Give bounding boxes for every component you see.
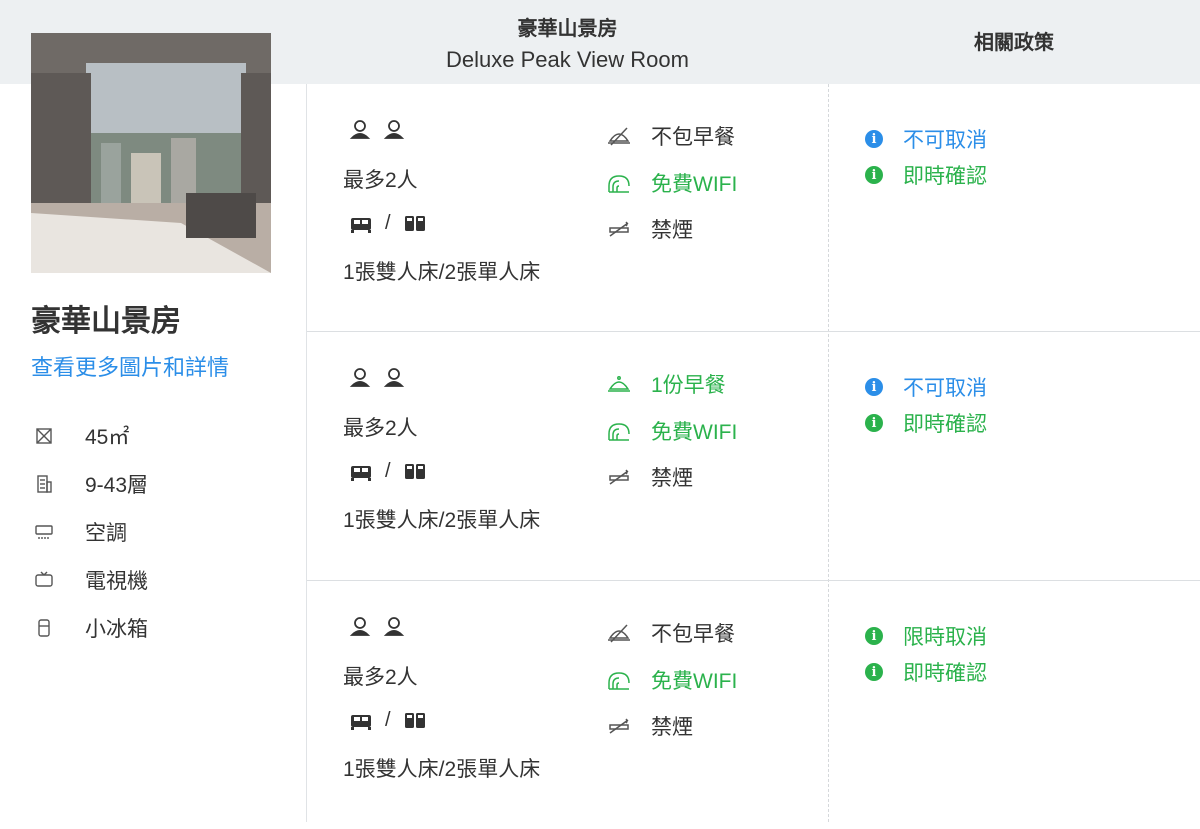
confirm-policy: i 即時確認 xyxy=(865,160,987,190)
info-icon: i xyxy=(865,414,883,432)
amenity-label: 空調 xyxy=(85,522,127,545)
cancel-policy: i 不可取消 xyxy=(865,124,987,154)
cancel-policy-label: 限時取消 xyxy=(903,626,987,649)
room-name-en: Deluxe Peak View Room xyxy=(446,47,689,72)
smoking-feature: 禁煙 xyxy=(605,711,693,741)
smoking-label: 禁煙 xyxy=(651,219,693,242)
breakfast-label: 不包早餐 xyxy=(651,126,735,149)
cancel-policy: i 限時取消 xyxy=(865,621,987,651)
room-column-header: 豪華山景房 Deluxe Peak View Room xyxy=(307,14,828,76)
rate-row-3: 最多2人 / 1張雙人床/2張單人床 不包早餐 免費WIFI 禁煙 i 限時取消… xyxy=(307,581,1200,829)
rate-row-2: 最多2人 / 1張雙人床/2張單人床 1份早餐 免費WIFI 禁煙 i 不可取消… xyxy=(307,332,1200,580)
smoking-feature: 禁煙 xyxy=(605,462,693,492)
breakfast-feature: 不包早餐 xyxy=(605,618,735,648)
info-icon: i xyxy=(865,663,883,681)
bed-type: 1張雙人床/2張單人床 xyxy=(343,509,541,532)
guest-icons xyxy=(349,118,405,140)
wifi-icon xyxy=(605,171,633,195)
bed-icons: / xyxy=(349,460,427,483)
breakfast-feature: 1份早餐 xyxy=(605,369,726,399)
policy-column-header: 相關政策 xyxy=(974,32,1054,54)
amenity-label: 45㎡ xyxy=(85,426,130,449)
bed-separator: / xyxy=(385,212,391,234)
max-occupancy: 最多2人 xyxy=(343,666,418,689)
wifi-icon xyxy=(605,668,633,692)
no-smoking-icon xyxy=(605,714,633,738)
info-icon: i xyxy=(865,130,883,148)
amenity-fridge: 小冰箱 xyxy=(33,614,148,642)
confirm-policy-label: 即時確認 xyxy=(903,662,987,685)
air-conditioner-icon xyxy=(33,521,55,543)
twin-bed-icon xyxy=(404,215,425,231)
bed-type: 1張雙人床/2張單人床 xyxy=(343,261,541,284)
guest-icons xyxy=(349,615,405,637)
no-smoking-icon xyxy=(605,217,633,241)
person-icon xyxy=(383,368,405,387)
no-breakfast-icon xyxy=(605,621,633,645)
info-icon: i xyxy=(865,378,883,396)
guest-icons xyxy=(349,366,405,388)
building-icon xyxy=(33,473,55,495)
confirm-policy: i 即時確認 xyxy=(865,657,987,687)
smoking-label: 禁煙 xyxy=(651,467,693,490)
wifi-label: 免費WIFI xyxy=(651,421,738,444)
bed-separator: / xyxy=(385,709,391,731)
double-bed-icon xyxy=(351,217,371,233)
wifi-feature: 免費WIFI xyxy=(605,168,737,198)
smoking-label: 禁煙 xyxy=(651,716,693,739)
amenity-label: 小冰箱 xyxy=(85,618,148,641)
smoking-feature: 禁煙 xyxy=(605,214,693,244)
breakfast-feature: 不包早餐 xyxy=(605,121,735,151)
bed-separator: / xyxy=(385,460,391,482)
confirm-policy: i 即時確認 xyxy=(865,408,987,438)
max-occupancy: 最多2人 xyxy=(343,169,418,192)
amenity-label: 9-43層 xyxy=(85,474,149,497)
amenity-area: 45㎡ xyxy=(33,422,129,450)
no-breakfast-icon xyxy=(605,124,633,148)
amenity-tv: 電視機 xyxy=(33,566,148,594)
person-icon xyxy=(349,368,371,387)
max-occupancy: 最多2人 xyxy=(343,417,418,440)
amenity-label: 電視機 xyxy=(85,570,148,593)
person-icon xyxy=(383,617,405,636)
room-photo[interactable] xyxy=(31,33,271,273)
area-icon xyxy=(33,425,55,447)
info-icon: i xyxy=(865,166,883,184)
room-title: 豪華山景房 xyxy=(31,305,181,338)
double-bed-icon xyxy=(351,465,371,481)
cancel-policy: i 不可取消 xyxy=(865,372,987,402)
cancel-policy-label: 不可取消 xyxy=(903,377,987,400)
amenity-floor: 9-43層 xyxy=(33,470,148,498)
wifi-icon xyxy=(605,419,633,443)
bed-icons: / xyxy=(349,709,427,732)
bed-type: 1張雙人床/2張單人床 xyxy=(343,758,541,781)
confirm-policy-label: 即時確認 xyxy=(903,165,987,188)
twin-bed-icon xyxy=(404,712,425,728)
amenity-ac: 空調 xyxy=(33,518,127,546)
confirm-policy-label: 即時確認 xyxy=(903,413,987,436)
wifi-label: 免費WIFI xyxy=(651,173,738,196)
room-name-zh: 豪華山景房 xyxy=(517,18,618,40)
breakfast-label: 不包早餐 xyxy=(651,623,735,646)
breakfast-icon xyxy=(605,372,633,396)
tv-icon xyxy=(33,569,55,591)
twin-bed-icon xyxy=(404,463,425,479)
person-icon xyxy=(349,120,371,139)
person-icon xyxy=(349,617,371,636)
wifi-label: 免費WIFI xyxy=(651,670,738,693)
info-icon: i xyxy=(865,627,883,645)
person-icon xyxy=(383,120,405,139)
wifi-feature: 免費WIFI xyxy=(605,416,737,446)
fridge-icon xyxy=(33,617,55,639)
double-bed-icon xyxy=(351,714,371,730)
no-smoking-icon xyxy=(605,465,633,489)
cancel-policy-label: 不可取消 xyxy=(903,129,987,152)
breakfast-label: 1份早餐 xyxy=(651,374,726,397)
wifi-feature: 免費WIFI xyxy=(605,665,737,695)
view-details-link[interactable]: 查看更多圖片和詳情 xyxy=(31,350,229,382)
bed-icons: / xyxy=(349,212,427,235)
rate-row-1: 最多2人 / 1張雙人床/2張單人床 不包早餐 免費WIFI 禁煙 i 不可取消… xyxy=(307,84,1200,332)
